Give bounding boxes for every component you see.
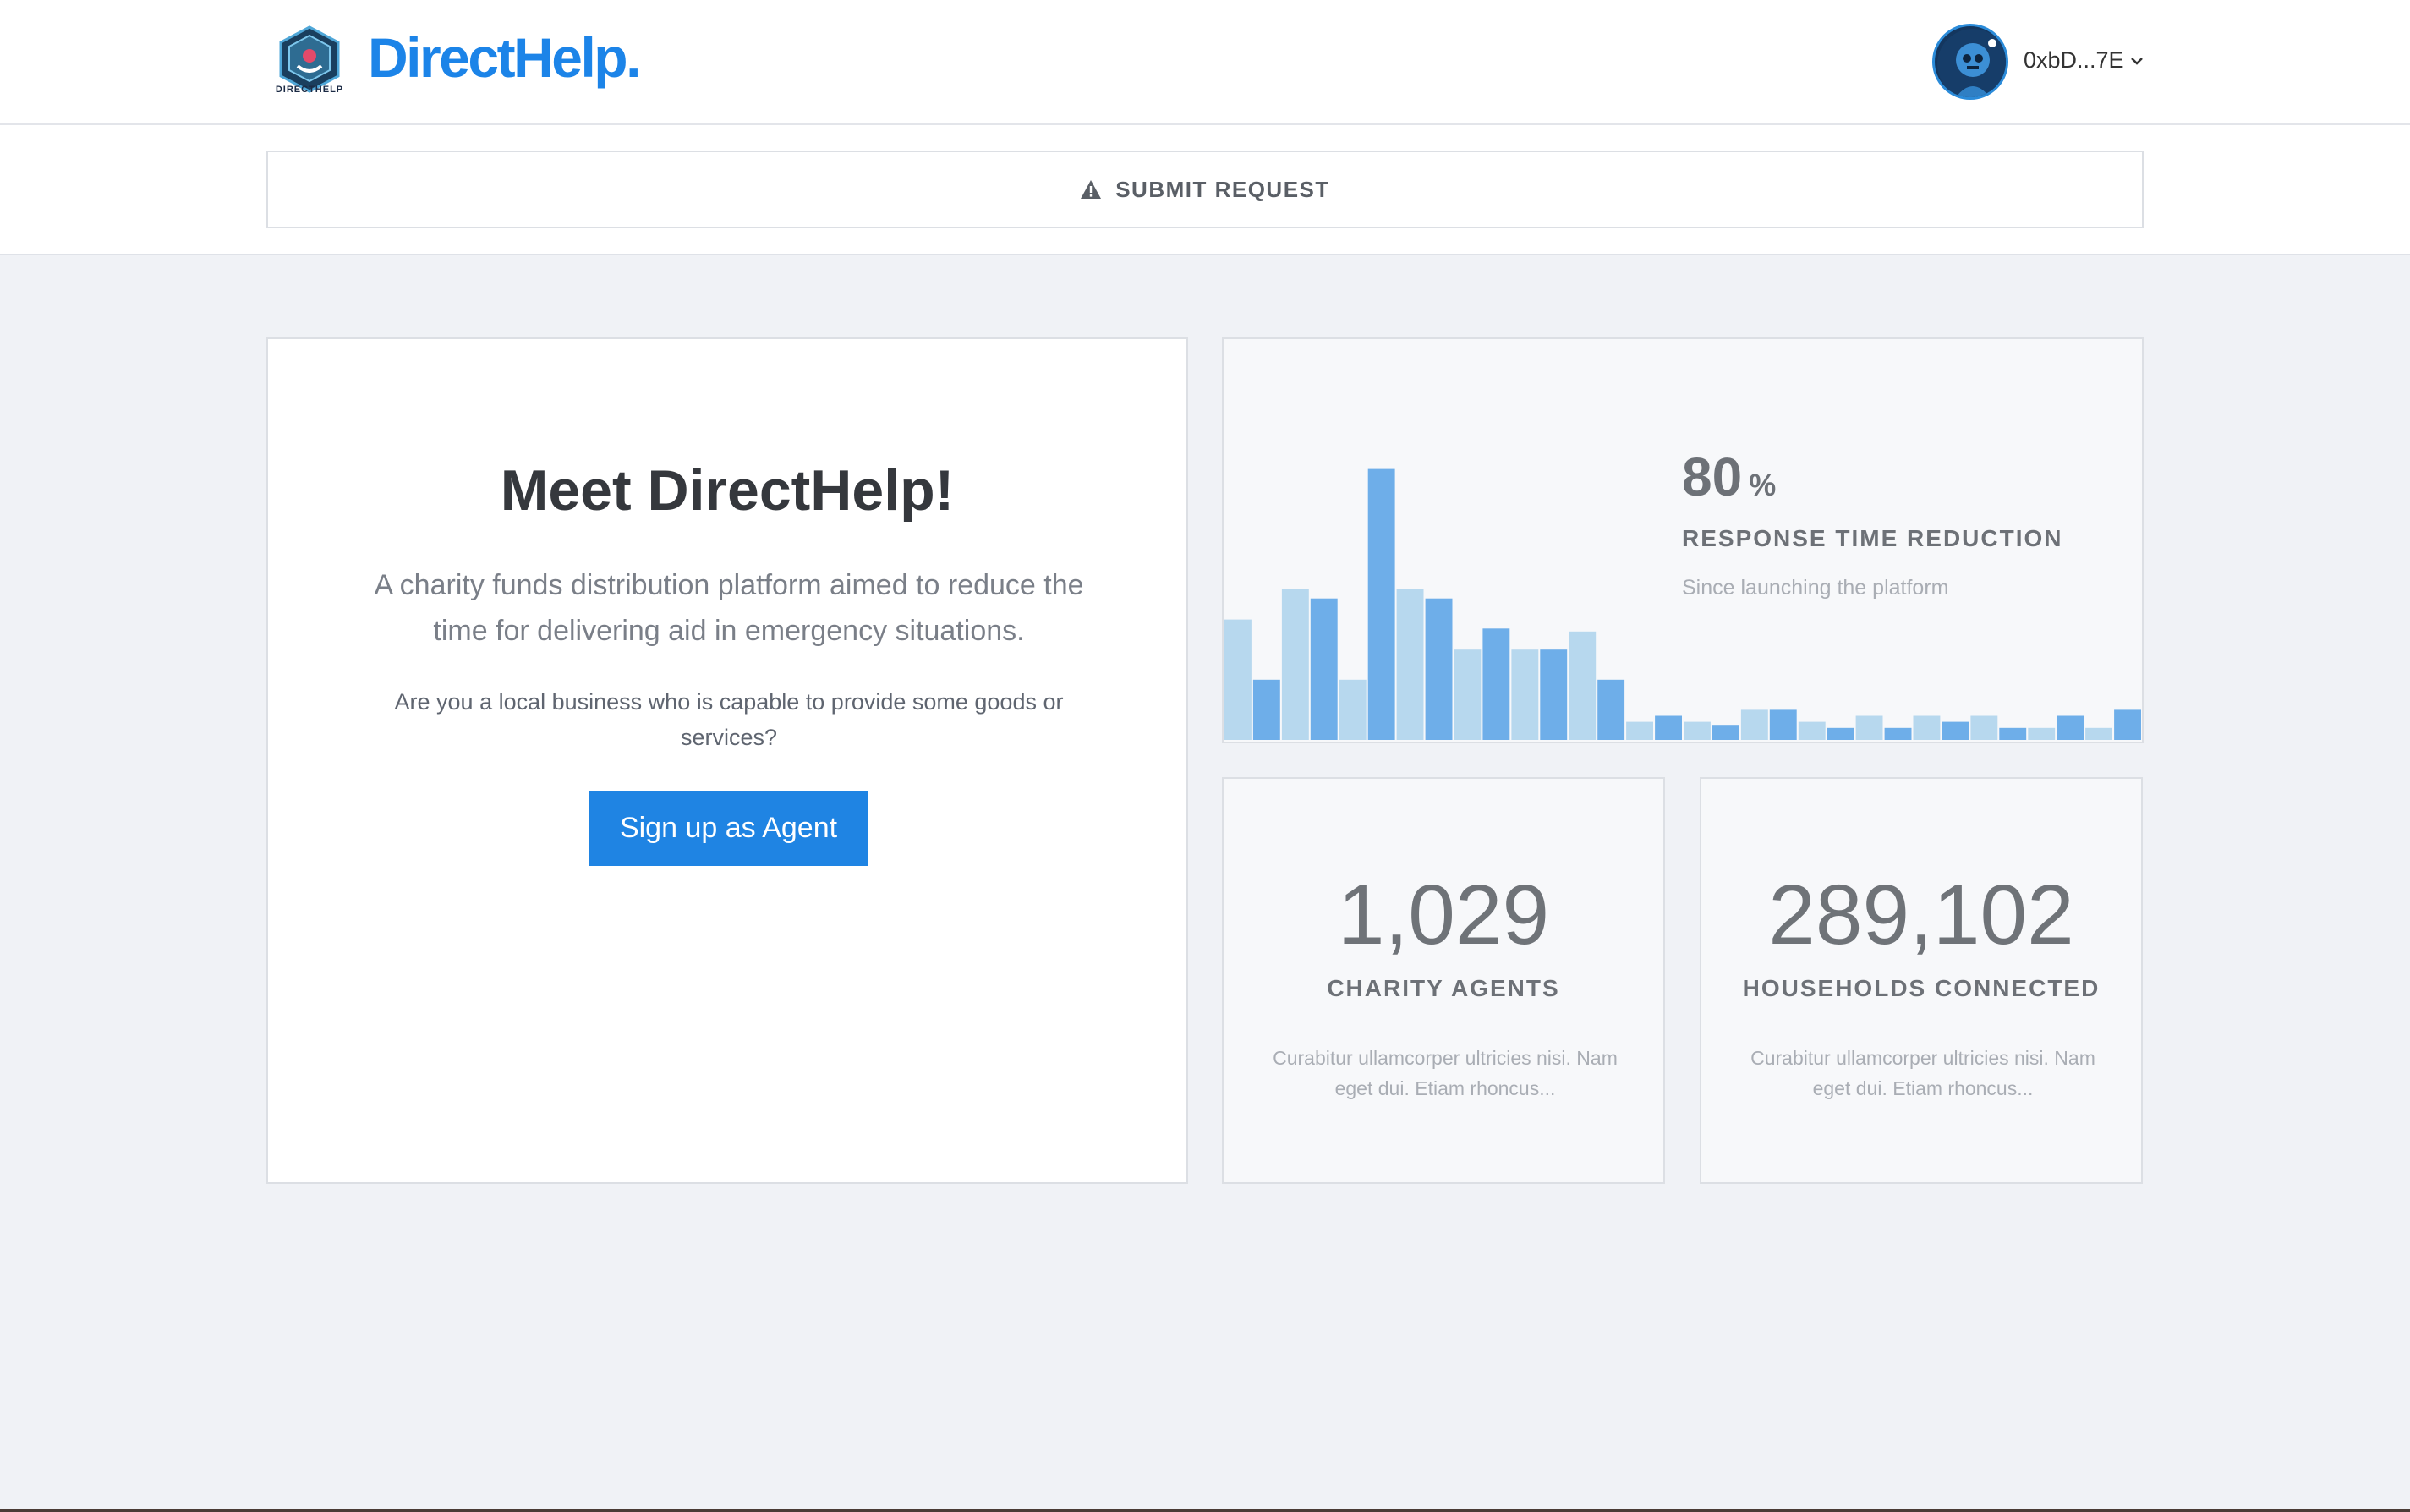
intro-description: A charity funds distribution platform ai…: [374, 569, 1084, 647]
response-chart-card: 80% RESPONSE TIME REDUCTION Since launch…: [1222, 337, 2144, 743]
account-avatar[interactable]: [1932, 24, 2008, 100]
chart-bar: [2028, 727, 2056, 740]
response-stat-value: 80%: [1682, 446, 1776, 508]
chart-bar: [1310, 598, 1338, 740]
warning-icon: [1081, 180, 1102, 199]
chart-bar: [1396, 589, 1424, 740]
chart-bar: [1769, 709, 1797, 740]
chart-bar: [1798, 721, 1826, 740]
chevron-down-icon[interactable]: [2128, 52, 2145, 69]
top-header: DIRECTHELP DirectHelp. 0xbD...7E: [0, 0, 2410, 125]
chart-bar: [1626, 721, 1653, 740]
chart-bar: [1482, 628, 1510, 740]
brand-name[interactable]: DirectHelp.: [368, 25, 641, 90]
charity-agents-count: 1,029: [1337, 868, 1550, 962]
chart-bar: [1684, 721, 1711, 740]
chart-bar: [1425, 598, 1453, 740]
response-stat-unit: %: [1749, 468, 1777, 502]
intro-question: Are you a local business who is capable …: [394, 689, 1064, 750]
chart-bar: [1511, 649, 1539, 740]
chart-bar: [1597, 679, 1625, 740]
account-address[interactable]: 0xbD...7E: [2024, 47, 2124, 74]
chart-bar: [1224, 619, 1252, 740]
intro-title: Meet DirectHelp!: [500, 458, 955, 523]
chart-bar: [1454, 649, 1482, 740]
sign-up-agent-button[interactable]: Sign up as Agent: [589, 791, 868, 866]
submit-request-button[interactable]: SUBMIT REQUEST: [266, 151, 2144, 228]
chart-bar: [1281, 589, 1309, 740]
chart-bar: [1942, 721, 1969, 740]
chart-bar: [2085, 727, 2112, 740]
logo-small-text: DIRECTHELP: [275, 85, 344, 95]
charity-agents-card: 1,029 CHARITY AGENTS Curabitur ullamcorp…: [1222, 777, 1665, 1184]
charity-agents-label: CHARITY AGENTS: [1327, 975, 1560, 1001]
bottom-border: [0, 1509, 2410, 1512]
request-band: SUBMIT REQUEST: [0, 125, 2410, 255]
chart-bar: [1367, 468, 1395, 740]
households-description: Curabitur ullamcorper ultricies nisi. Na…: [1750, 1047, 2095, 1099]
response-stat-label: RESPONSE TIME REDUCTION: [1682, 525, 2063, 551]
response-stat-sublabel: Since launching the platform: [1682, 576, 1949, 600]
chart-bar: [1252, 679, 1280, 740]
chart-bar: [1540, 649, 1568, 740]
households-label: HOUSEHOLDS CONNECTED: [1742, 975, 2101, 1001]
households-card: 289,102 HOUSEHOLDS CONNECTED Curabitur u…: [1700, 777, 2143, 1184]
chart-bar: [1827, 727, 1854, 740]
households-count: 289,102: [1768, 868, 2074, 962]
charity-agents-description: Curabitur ullamcorper ultricies nisi. Na…: [1273, 1047, 1618, 1099]
chart-bar: [1913, 715, 1941, 740]
robot-avatar-icon: [1937, 29, 2006, 97]
chart-bar: [2057, 715, 2084, 740]
chart-bar: [1339, 679, 1367, 740]
intro-card: Meet DirectHelp! A charity funds distrib…: [266, 337, 1188, 1184]
chart-bar: [1970, 715, 1998, 740]
chart-bar: [1855, 715, 1883, 740]
chart-bar: [1569, 631, 1597, 740]
chart-bar: [1712, 725, 1739, 740]
submit-request-label: SUBMIT REQUEST: [1115, 176, 1330, 202]
chart-bar: [1884, 727, 1912, 740]
chart-bar: [1655, 715, 1682, 740]
chart-bar: [2114, 709, 2141, 740]
chart-bar: [1999, 727, 2027, 740]
chart-bar: [1740, 709, 1768, 740]
response-stat-number: 80: [1682, 446, 1743, 507]
